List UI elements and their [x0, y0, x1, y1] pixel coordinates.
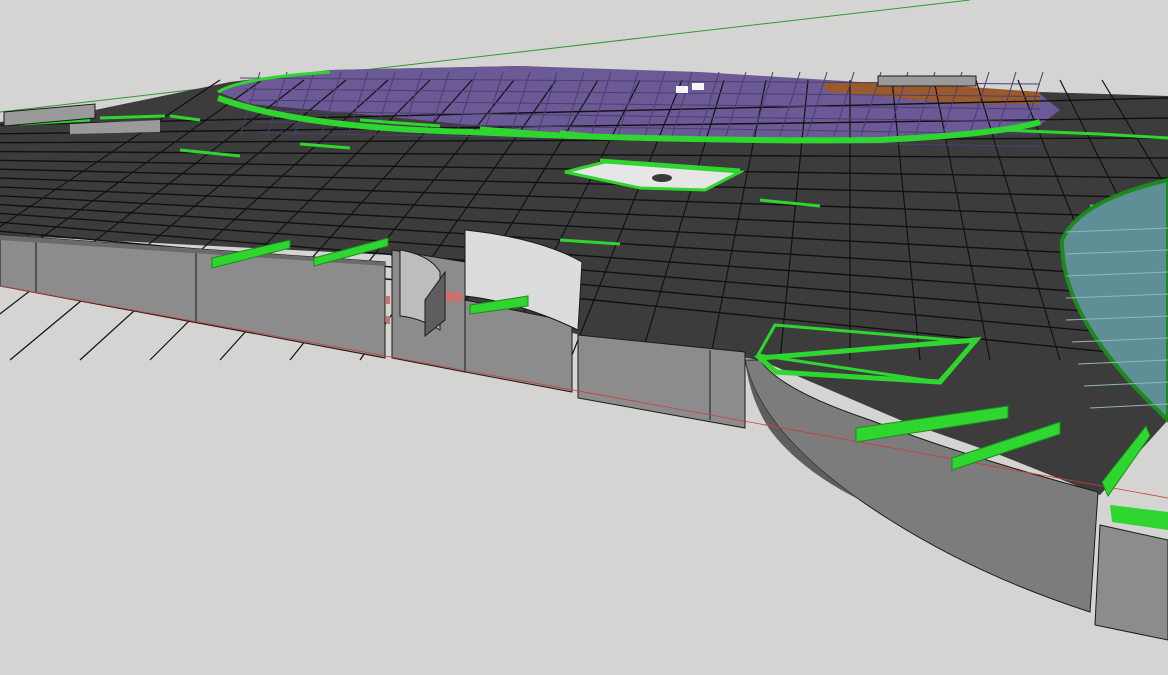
3d-model-viewport[interactable]: [0, 0, 1168, 675]
far-structure-3: [692, 83, 704, 90]
red-marker-2: [386, 296, 390, 304]
front-wall-far-right: [1094, 524, 1168, 641]
plaza-marker: [652, 174, 672, 182]
city-model-scene: [0, 0, 1168, 675]
green-road-strip: [99, 114, 166, 120]
green-road-strip: [819, 138, 881, 144]
far-structure-1: [877, 75, 977, 87]
green-road-strip: [719, 138, 801, 144]
red-marker-3: [386, 316, 390, 324]
red-marker: [446, 292, 462, 302]
green-road-strip: [619, 136, 701, 142]
far-structure-2: [676, 86, 688, 93]
